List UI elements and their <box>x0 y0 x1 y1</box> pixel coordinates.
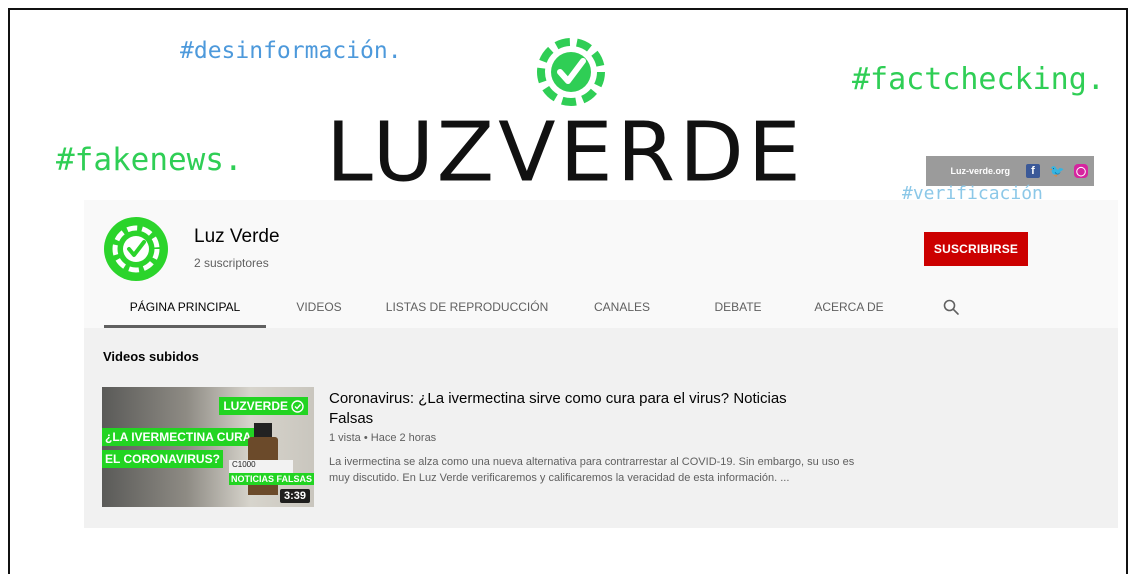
channel-tabs: PÁGINA PRINCIPAL VIDEOS LISTAS DE REPROD… <box>104 288 904 328</box>
video-meta: 1 vista • Hace 2 horas <box>329 432 437 444</box>
subscribe-button[interactable]: SUSCRIBIRSE <box>924 232 1028 266</box>
brand-wordmark: LUZVERDE <box>326 103 805 201</box>
thumbnail-question-line1: ¿LA IVERMECTINA CURA <box>102 428 255 446</box>
avatar[interactable] <box>104 217 168 281</box>
video-title[interactable]: Coronavirus: ¿La ivermectina sirve como … <box>329 389 829 429</box>
channel-banner: #desinformación. #factchecking. #fakenew… <box>30 10 1118 204</box>
facebook-icon[interactable]: f <box>1026 164 1040 178</box>
social-strip: Luz-verde.org f 🐦 ◯ <box>926 156 1094 186</box>
tab-acerca-de[interactable]: ACERCA DE <box>794 288 904 328</box>
website-link[interactable]: Luz-verde.org <box>950 166 1010 176</box>
tab-pagina-principal[interactable]: PÁGINA PRINCIPAL <box>104 288 266 328</box>
thumbnail-badge: NOTICIAS FALSAS <box>229 473 314 485</box>
video-description: La ivermectina se alza como una nueva al… <box>329 456 855 484</box>
frame-edge <box>1126 8 1128 574</box>
video-duration: 3:39 <box>279 489 310 503</box>
search-icon[interactable] <box>942 298 960 316</box>
thumbnail-question-line2: EL CORONAVIRUS? <box>102 450 223 468</box>
subscriber-count: 2 suscriptores <box>194 256 269 270</box>
channel-header: Luz Verde 2 suscriptores SUSCRIBIRSE PÁG… <box>84 200 1118 328</box>
check-badge-icon <box>112 225 160 273</box>
tab-canales[interactable]: CANALES <box>562 288 682 328</box>
hashtag-factchecking: #factchecking. <box>852 62 1105 97</box>
tab-listas[interactable]: LISTAS DE REPRODUCCIÓN <box>372 288 562 328</box>
thumbnail-label: C1000 <box>229 460 293 474</box>
tab-videos[interactable]: VIDEOS <box>266 288 372 328</box>
section-title[interactable]: Videos subidos <box>103 349 199 364</box>
twitter-icon[interactable]: 🐦 <box>1050 164 1065 178</box>
hashtag-fakenews: #fakenews. <box>56 142 243 178</box>
channel-content: Videos subidos LUZVERDE ¿LA IVERMECTINA … <box>84 328 1118 528</box>
instagram-icon[interactable]: ◯ <box>1074 164 1088 178</box>
channel-name: Luz Verde <box>194 226 280 247</box>
check-badge-icon <box>537 38 605 106</box>
check-badge-icon <box>291 399 304 413</box>
thumbnail-brand-label: LUZVERDE <box>223 399 288 413</box>
hashtag-desinformacion: #desinformación. <box>180 38 402 64</box>
video-thumbnail[interactable]: LUZVERDE ¿LA IVERMECTINA CURA EL CORONAV… <box>102 387 314 507</box>
thumbnail-brand: LUZVERDE <box>219 397 308 415</box>
tab-debate[interactable]: DEBATE <box>682 288 794 328</box>
